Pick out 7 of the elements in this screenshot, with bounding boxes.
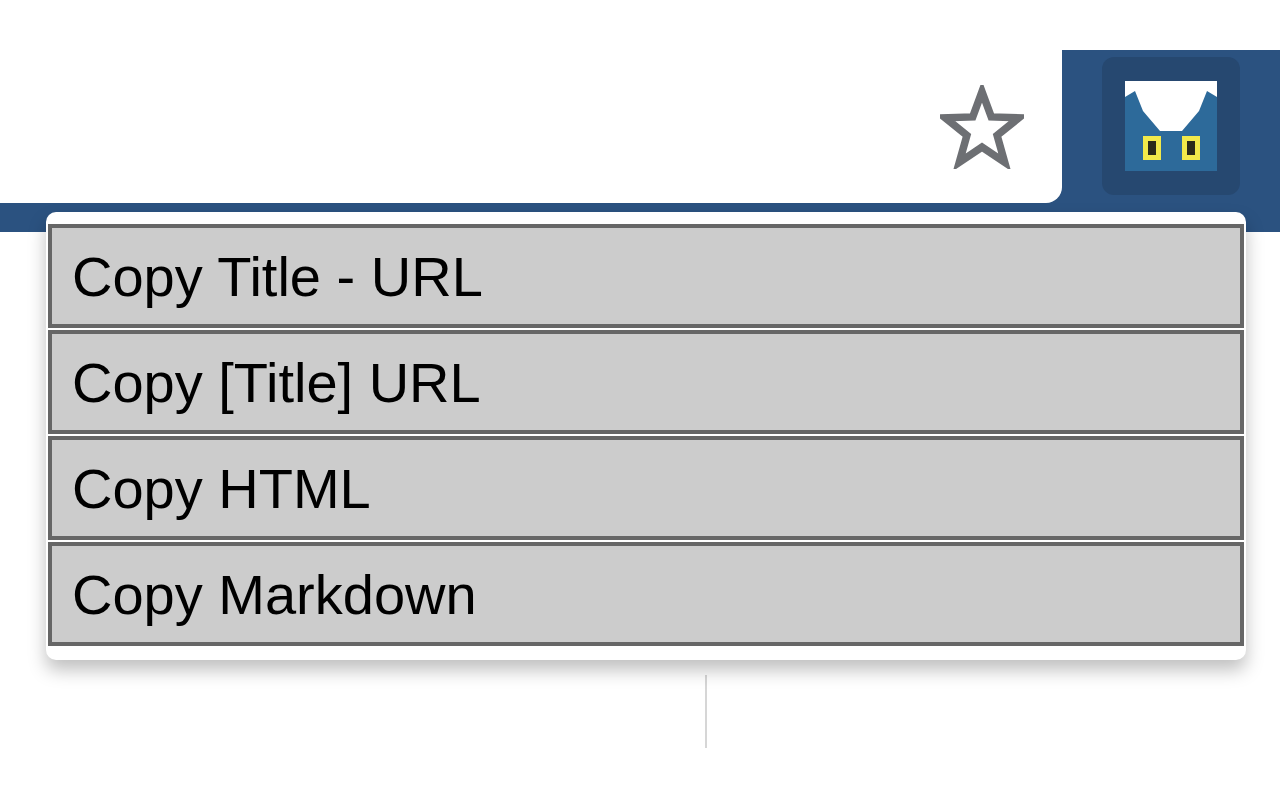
extension-button[interactable] [1102,57,1240,195]
menu-item[interactable]: Copy HTML [48,436,1244,540]
cat-face-icon [1125,81,1217,171]
menu-item[interactable]: Copy Markdown [48,542,1244,646]
menu-item[interactable]: Copy Title - URL [48,224,1244,328]
menu-item[interactable]: Copy [Title] URL [48,330,1244,434]
bookmark-star-icon[interactable] [940,84,1024,169]
